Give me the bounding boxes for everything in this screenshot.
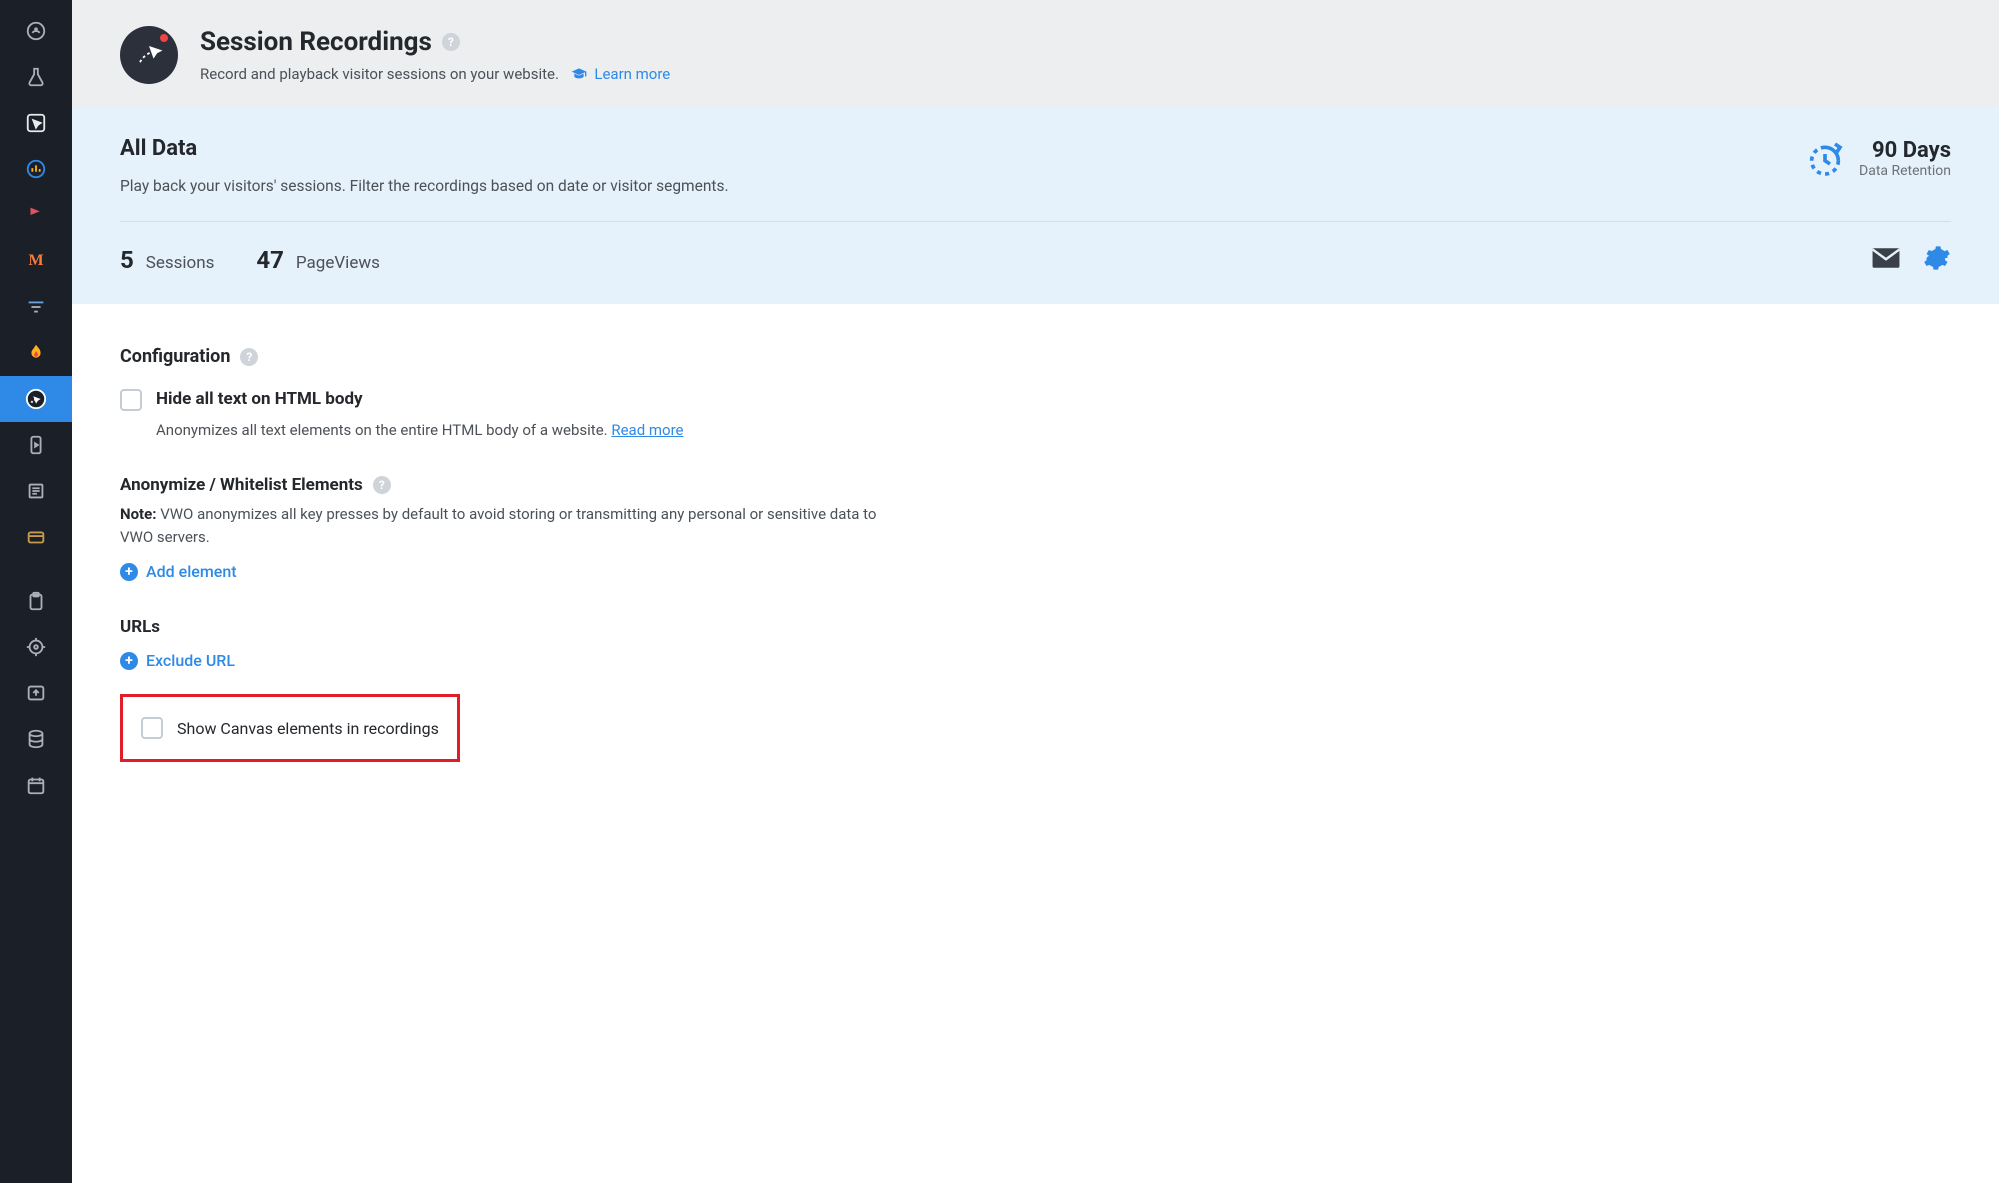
recording-dot-icon (160, 34, 168, 42)
sidebar: M (0, 0, 72, 1183)
nav-heatmap[interactable] (0, 330, 72, 376)
urls-title: URLs (120, 617, 160, 637)
nav-cursor-box[interactable] (0, 100, 72, 146)
sessions-count: 5 (120, 246, 134, 274)
retention-label: Data Retention (1859, 163, 1951, 179)
help-icon[interactable]: ? (373, 476, 391, 494)
exclude-url-button[interactable]: + Exclude URL (120, 651, 235, 670)
mail-icon (1871, 247, 1901, 269)
hide-text-hint: Anonymizes all text elements on the enti… (156, 421, 608, 439)
stat-pageviews: 47 PageViews (256, 246, 379, 274)
show-canvas-highlight: Show Canvas elements in recordings (120, 694, 460, 762)
retention-value: 90 Days (1859, 138, 1951, 163)
hide-text-checkbox[interactable] (120, 389, 142, 411)
gear-icon (1923, 244, 1951, 272)
nav-form[interactable] (0, 468, 72, 514)
nav-funnel[interactable] (0, 284, 72, 330)
summary-panel: All Data Play back your visitors' sessio… (72, 108, 1999, 304)
retention-clock-icon (1805, 139, 1845, 179)
hide-text-label: Hide all text on HTML body (156, 389, 363, 409)
help-icon[interactable]: ? (240, 348, 258, 366)
nav-target[interactable] (0, 624, 72, 670)
show-canvas-checkbox[interactable] (141, 717, 163, 739)
nav-calendar[interactable] (0, 762, 72, 808)
add-element-button[interactable]: + Add element (120, 562, 237, 581)
nav-analytics[interactable] (0, 146, 72, 192)
configuration-section: Configuration ? Hide all text on HTML bo… (72, 304, 1999, 804)
nav-experiments[interactable] (0, 54, 72, 100)
exclude-url-label: Exclude URL (146, 651, 235, 670)
page-title: Session Recordings (200, 27, 432, 57)
nav-card[interactable] (0, 514, 72, 560)
sessions-label: Sessions (146, 253, 215, 273)
learn-more-link[interactable]: Learn more (594, 65, 670, 83)
data-retention: 90 Days Data Retention (1805, 138, 1951, 179)
add-element-label: Add element (146, 562, 237, 581)
panel-title: All Data (120, 136, 729, 161)
anonymize-title: Anonymize / Whitelist Elements (120, 475, 363, 495)
config-title: Configuration (120, 346, 230, 367)
nav-database[interactable] (0, 716, 72, 762)
nav-dashboard[interactable] (0, 8, 72, 54)
nav-upload[interactable] (0, 670, 72, 716)
nav-m-logo[interactable]: M (0, 238, 72, 284)
pageviews-count: 47 (256, 246, 284, 274)
read-more-link[interactable]: Read more (611, 421, 683, 439)
plus-circle-icon: + (120, 563, 138, 581)
nav-clipboard[interactable] (0, 578, 72, 624)
email-button[interactable] (1871, 247, 1901, 273)
page-header: Session Recordings ? Record and playback… (72, 0, 1999, 108)
help-icon[interactable]: ? (442, 33, 460, 51)
note-prefix: Note: (120, 505, 156, 523)
settings-button[interactable] (1923, 244, 1951, 276)
page-subtitle: Record and playback visitor sessions on … (200, 65, 559, 83)
graduation-cap-icon (571, 65, 591, 83)
nav-flag[interactable] (0, 192, 72, 238)
stat-sessions: 5 Sessions (120, 246, 214, 274)
panel-description: Play back your visitors' sessions. Filte… (120, 177, 729, 195)
nav-session-recordings[interactable] (0, 376, 72, 422)
session-recordings-icon (120, 26, 178, 84)
note-body: VWO anonymizes all key presses by defaul… (120, 505, 876, 546)
divider (120, 221, 1951, 222)
show-canvas-label: Show Canvas elements in recordings (177, 719, 439, 738)
nav-mobile[interactable] (0, 422, 72, 468)
pageviews-label: PageViews (296, 253, 380, 273)
plus-circle-icon: + (120, 652, 138, 670)
